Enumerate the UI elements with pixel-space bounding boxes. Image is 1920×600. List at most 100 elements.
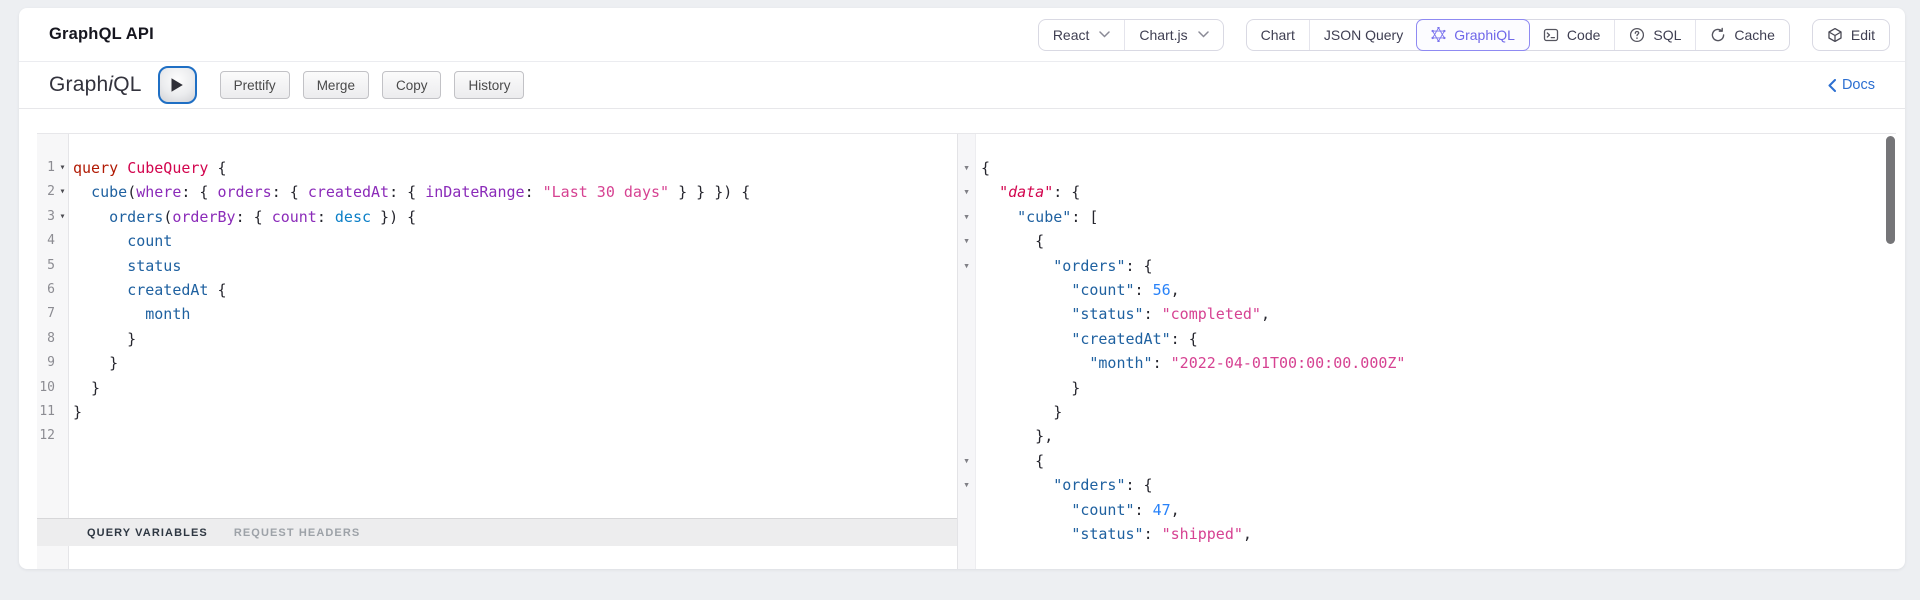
tab-graphiql[interactable]: GraphiQL bbox=[1416, 18, 1530, 51]
gutter-line: ▾ bbox=[958, 229, 975, 253]
graphiql-toolbar: GraphiQL Prettify Merge Copy History Doc… bbox=[19, 62, 1905, 109]
tab-json-query[interactable]: JSON Query bbox=[1308, 19, 1417, 50]
header-controls: React Chart.js Chart JSON Query GraphiQL… bbox=[1037, 18, 1890, 51]
gutter-line: ▾ bbox=[958, 473, 975, 497]
query-editor[interactable]: 1 ▾ 2 ▾ 3 ▾ 4 5 6 7 8 9 10 11 12 query CubeQuery { cub… bbox=[37, 134, 957, 569]
code-line: "status": "shipped", bbox=[1071, 525, 1252, 544]
docs-link[interactable]: Docs bbox=[1828, 77, 1875, 93]
code-line: "createdAt": { bbox=[1071, 329, 1198, 348]
gutter-line bbox=[958, 522, 975, 546]
line-number: 6 bbox=[47, 281, 55, 297]
graphiql-workspace: 1 ▾ 2 ▾ 3 ▾ 4 5 6 7 8 9 10 11 12 query CubeQuery { cub… bbox=[37, 133, 1896, 569]
result-code: { "data": { "cube": [ { "orders": { "cou… bbox=[977, 134, 1882, 569]
gutter-line: ▾ bbox=[958, 449, 975, 473]
gutter-line: 1 ▾ bbox=[37, 156, 68, 180]
gutter-line: 6 bbox=[37, 278, 68, 302]
fold-icon[interactable]: ▾ bbox=[961, 156, 972, 180]
line-number: 9 bbox=[47, 355, 55, 371]
framework-chartlib-group: React Chart.js bbox=[1037, 18, 1224, 51]
fold-icon[interactable]: ▾ bbox=[961, 229, 972, 253]
gutter-line: 4 bbox=[37, 229, 68, 253]
chart-library-select-value: Chart.js bbox=[1139, 26, 1188, 43]
merge-button[interactable]: Merge bbox=[302, 71, 369, 99]
edit-button[interactable]: Edit bbox=[1811, 18, 1890, 51]
execute-button[interactable] bbox=[157, 66, 197, 104]
copy-button[interactable]: Copy bbox=[381, 71, 442, 99]
gutter-line bbox=[958, 376, 975, 400]
fold-icon[interactable]: ▾ bbox=[961, 473, 972, 497]
fold-icon[interactable]: ▾ bbox=[57, 205, 68, 229]
gutter-line bbox=[958, 351, 975, 375]
code-line: "status": "completed", bbox=[1071, 305, 1270, 324]
code-line: } bbox=[981, 378, 1081, 397]
code-line: } bbox=[73, 329, 137, 348]
code-line: { bbox=[981, 159, 991, 177]
fold-icon[interactable]: ▾ bbox=[57, 156, 68, 180]
line-number: 2 bbox=[47, 184, 55, 200]
code-line: month bbox=[145, 305, 191, 324]
question-circle-icon bbox=[1630, 27, 1645, 42]
tab-sql[interactable]: SQL bbox=[1614, 19, 1695, 50]
code-line: { bbox=[981, 232, 1045, 251]
gutter-line: 9 bbox=[37, 351, 68, 375]
code-line: "orders": { bbox=[1053, 256, 1153, 275]
gutter-line bbox=[958, 400, 975, 424]
code-line: } bbox=[73, 378, 101, 397]
chevron-left-icon bbox=[1828, 78, 1836, 92]
tab-code[interactable]: Code bbox=[1529, 20, 1614, 50]
gutter-line: 8 bbox=[37, 327, 68, 351]
code-line: { bbox=[981, 451, 1045, 470]
line-number: 11 bbox=[39, 403, 55, 419]
graphql-icon bbox=[1431, 27, 1446, 42]
gutter-line bbox=[958, 278, 975, 302]
page-title: GraphQL API bbox=[49, 25, 154, 43]
play-icon bbox=[171, 78, 183, 92]
framework-select[interactable]: React bbox=[1039, 20, 1125, 50]
history-button[interactable]: History bbox=[454, 71, 525, 99]
gutter-line: ▾ bbox=[958, 156, 975, 180]
fold-icon[interactable]: ▾ bbox=[961, 254, 972, 278]
code-line: query CubeQuery { bbox=[73, 159, 227, 177]
fold-icon[interactable]: ▾ bbox=[961, 205, 972, 229]
code-line: }, bbox=[981, 427, 1054, 446]
result-viewer: ▾ ▾ ▾ ▾ ▾ ▾ ▾ { "data": { "cube": [ { "orders"… bbox=[958, 134, 1896, 569]
line-number: 8 bbox=[47, 330, 55, 346]
code-line: } bbox=[981, 403, 1063, 422]
gutter-line: ▾ bbox=[958, 205, 975, 229]
query-code[interactable]: query CubeQuery { cube(where: { orders: … bbox=[69, 134, 957, 569]
code-line: } bbox=[73, 354, 119, 373]
tab-request-headers[interactable]: REQUEST HEADERS bbox=[234, 527, 361, 539]
chevron-down-icon bbox=[1197, 31, 1209, 38]
gutter-line: 2 ▾ bbox=[37, 180, 68, 204]
line-number: 10 bbox=[39, 379, 55, 395]
chevron-down-icon bbox=[1099, 31, 1111, 38]
gutter-line bbox=[958, 327, 975, 351]
fold-icon[interactable]: ▾ bbox=[57, 180, 68, 204]
gutter-line bbox=[958, 424, 975, 448]
gutter-line: ▾ bbox=[958, 254, 975, 278]
code-line: "orders": { bbox=[1053, 476, 1153, 495]
fold-icon[interactable]: ▾ bbox=[961, 180, 972, 204]
graphiql-logo: GraphiQL bbox=[49, 73, 142, 96]
code-line: count bbox=[127, 232, 173, 251]
code-line: status bbox=[127, 256, 182, 275]
code-line: "cube": [ bbox=[1017, 207, 1099, 226]
tab-cache[interactable]: Cache bbox=[1695, 19, 1788, 50]
gutter-line bbox=[958, 302, 975, 326]
gutter-line: 12 bbox=[37, 424, 68, 448]
console-icon bbox=[1543, 28, 1559, 41]
toolbar-buttons: Prettify Merge Copy History bbox=[219, 71, 525, 99]
prettify-button[interactable]: Prettify bbox=[219, 71, 290, 99]
refresh-icon bbox=[1712, 27, 1725, 41]
framework-select-value: React bbox=[1052, 26, 1090, 43]
gutter-line: 11 bbox=[37, 400, 68, 424]
line-number: 3 bbox=[47, 208, 55, 224]
code-line: "month": "2022-04-01T00:00:00.000Z" bbox=[1089, 354, 1406, 373]
vertical-scrollbar[interactable] bbox=[1886, 136, 1895, 244]
tab-query-variables[interactable]: QUERY VARIABLES bbox=[87, 527, 208, 539]
chart-library-select[interactable]: Chart.js bbox=[1124, 19, 1222, 50]
fold-icon[interactable]: ▾ bbox=[961, 449, 972, 473]
gutter-line: ▾ bbox=[958, 180, 975, 204]
line-number: 7 bbox=[47, 306, 55, 322]
tab-chart[interactable]: Chart bbox=[1247, 20, 1309, 50]
